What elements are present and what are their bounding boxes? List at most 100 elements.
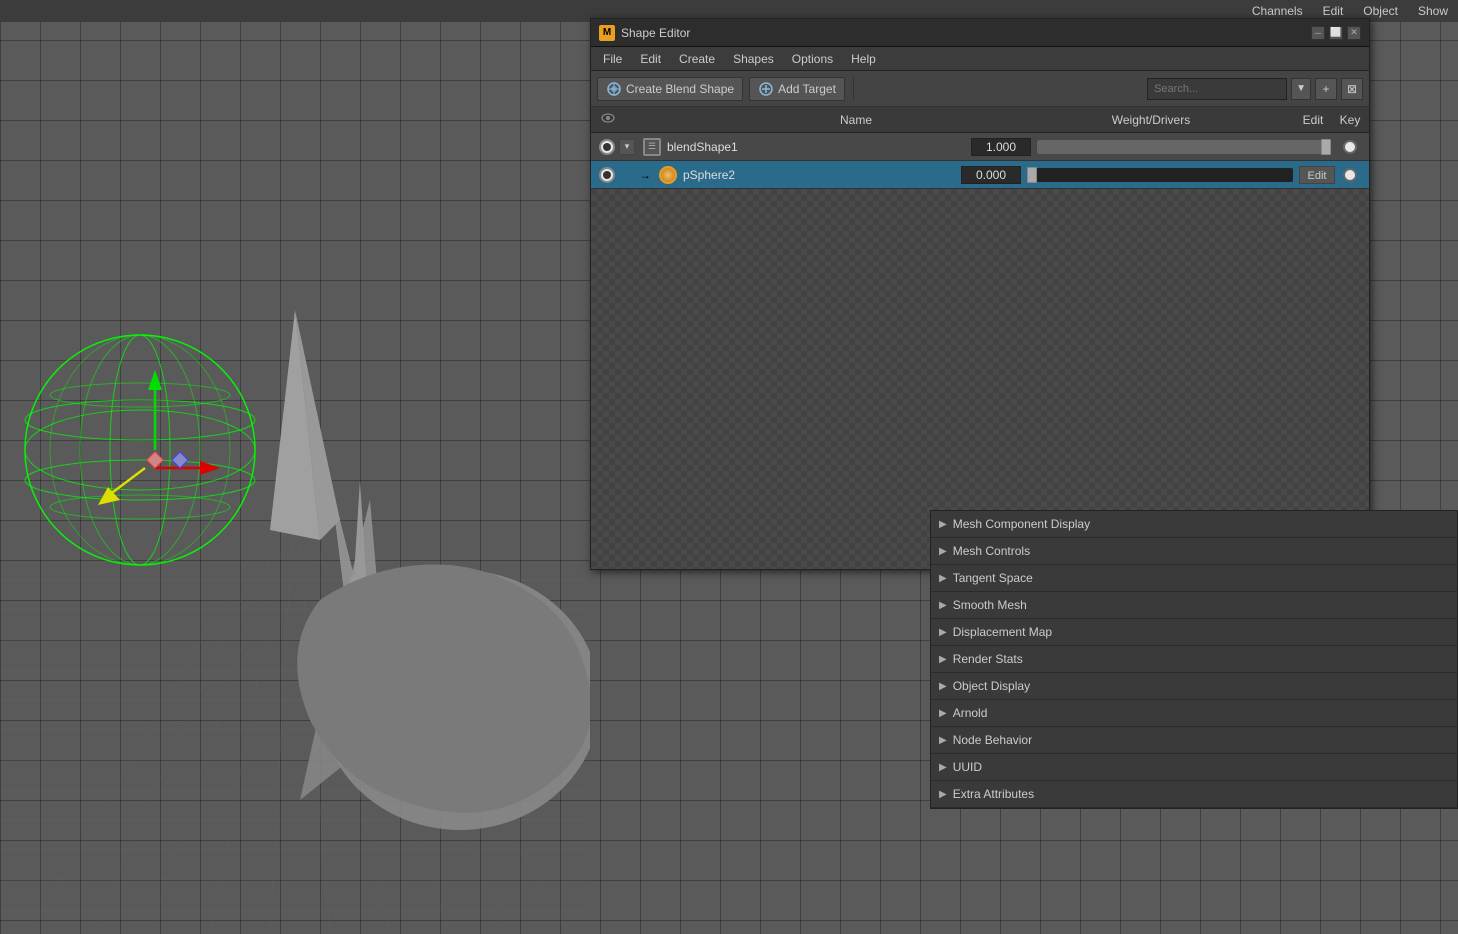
toolbar-separator — [853, 77, 854, 101]
attr-section-tangent: ▶ Tangent Space — [931, 565, 1457, 592]
search-input[interactable] — [1147, 78, 1287, 100]
attr-label-1: Mesh Controls — [953, 544, 1030, 558]
blend-shape-icon — [606, 81, 622, 97]
top-menu-show[interactable]: Show — [1418, 4, 1448, 18]
remove-filter-button[interactable]: ⊠ — [1341, 78, 1363, 100]
attr-section-header-node-behavior[interactable]: ▶ Node Behavior — [931, 727, 1457, 753]
attr-label-3: Smooth Mesh — [953, 598, 1027, 612]
add-filter-button[interactable]: + — [1315, 78, 1337, 100]
attr-section-header-extra[interactable]: ▶ Extra Attributes — [931, 781, 1457, 807]
attr-section-node-behavior: ▶ Node Behavior — [931, 727, 1457, 754]
row-node-icon-1: ☰ — [643, 138, 661, 156]
top-menu-edit[interactable]: Edit — [1323, 4, 1344, 18]
attr-section-displacement: ▶ Displacement Map — [931, 619, 1457, 646]
create-blend-shape-button[interactable]: Create Blend Shape — [597, 77, 743, 101]
create-blend-shape-label: Create Blend Shape — [626, 82, 734, 96]
row-slider-thumb-1[interactable] — [1321, 139, 1331, 155]
menu-options[interactable]: Options — [784, 50, 841, 68]
attr-section-header-smooth[interactable]: ▶ Smooth Mesh — [931, 592, 1457, 618]
attr-arrow-5: ▶ — [939, 654, 947, 665]
minimize-button[interactable]: ─ — [1311, 26, 1325, 40]
weight-column-header: Weight/Drivers — [1011, 113, 1291, 127]
window-title: Shape Editor — [621, 26, 1305, 40]
attr-label-2: Tangent Space — [953, 571, 1033, 585]
attr-label-7: Arnold — [953, 706, 988, 720]
menu-file[interactable]: File — [595, 50, 630, 68]
attr-arrow-0: ▶ — [939, 519, 947, 530]
editor-menubar: File Edit Create Shapes Options Help — [591, 47, 1369, 71]
menu-help[interactable]: Help — [843, 50, 884, 68]
attr-section-smooth: ▶ Smooth Mesh — [931, 592, 1457, 619]
attr-arrow-8: ▶ — [939, 735, 947, 746]
attr-section-header-displacement[interactable]: ▶ Displacement Map — [931, 619, 1457, 645]
attr-section-mesh-component: ▶ Mesh Component Display — [931, 511, 1457, 538]
attr-section-render-stats: ▶ Render Stats — [931, 646, 1457, 673]
attr-arrow-2: ▶ — [939, 573, 947, 584]
row-expand-1[interactable]: ▾ — [619, 139, 635, 155]
row-value-1[interactable] — [971, 138, 1031, 156]
row-slider-fill-1 — [1037, 140, 1326, 154]
attr-arrow-4: ▶ — [939, 627, 947, 638]
row-name-1: blendShape1 — [667, 140, 971, 154]
attr-section-header-mesh-component[interactable]: ▶ Mesh Component Display — [931, 511, 1457, 537]
row-slider-area-2 — [1021, 168, 1299, 182]
close-button[interactable]: ✕ — [1347, 26, 1361, 40]
row-slider-2[interactable] — [1027, 168, 1293, 182]
add-target-icon — [758, 81, 774, 97]
top-menu-channels[interactable]: Channels — [1252, 4, 1303, 18]
attr-section-arnold: ▶ Arnold — [931, 700, 1457, 727]
attribute-editor: ▶ Mesh Component Display ▶ Mesh Controls… — [930, 510, 1458, 809]
edit-column-header: Edit — [1291, 113, 1335, 127]
row-radio-1[interactable] — [599, 139, 615, 155]
search-dropdown-button[interactable]: ▼ — [1291, 78, 1311, 100]
attr-arrow-10: ▶ — [939, 789, 947, 800]
app-icon: M — [599, 25, 615, 41]
attr-section-header-uuid[interactable]: ▶ UUID — [931, 754, 1457, 780]
attr-section-header-tangent[interactable]: ▶ Tangent Space — [931, 565, 1457, 591]
row-key-dot-2[interactable] — [1343, 168, 1357, 182]
attr-section-header-render-stats[interactable]: ▶ Render Stats — [931, 646, 1457, 672]
row-key-dot-1[interactable] — [1343, 140, 1357, 154]
row-radio-2[interactable] — [599, 167, 615, 183]
top-menu-object[interactable]: Object — [1363, 4, 1398, 18]
menu-edit[interactable]: Edit — [632, 50, 669, 68]
row-edit-button-2[interactable]: Edit — [1299, 166, 1335, 184]
row-value-2[interactable] — [961, 166, 1021, 184]
attr-section-header-mesh-controls[interactable]: ▶ Mesh Controls — [931, 538, 1457, 564]
name-column-header: Name — [701, 113, 1011, 127]
menu-shapes[interactable]: Shapes — [725, 50, 782, 68]
attr-section-header-object-display[interactable]: ▶ Object Display — [931, 673, 1457, 699]
key-column-header: Key — [1335, 113, 1365, 127]
row-slider-area-1 — [1031, 140, 1335, 154]
attr-arrow-7: ▶ — [939, 708, 947, 719]
attr-label-10: Extra Attributes — [953, 787, 1034, 801]
attr-label-0: Mesh Component Display — [953, 517, 1090, 531]
attr-arrow-3: ▶ — [939, 600, 947, 611]
attr-section-header-arnold[interactable]: ▶ Arnold — [931, 700, 1457, 726]
eye-column-header — [595, 110, 621, 129]
menu-create[interactable]: Create — [671, 50, 723, 68]
add-target-button[interactable]: Add Target — [749, 77, 845, 101]
add-target-label: Add Target — [778, 82, 836, 96]
attr-section-uuid: ▶ UUID — [931, 754, 1457, 781]
attr-arrow-6: ▶ — [939, 681, 947, 692]
search-box: ▼ + ⊠ — [1147, 78, 1363, 100]
attr-section-extra-attributes: ▶ Extra Attributes — [931, 781, 1457, 808]
titlebar: M Shape Editor ─ ⬜ ✕ — [591, 19, 1369, 47]
row-slider-1[interactable] — [1037, 140, 1329, 154]
row-node-icon-2 — [659, 166, 677, 184]
row-slider-thumb-2[interactable] — [1027, 167, 1037, 183]
attr-label-5: Render Stats — [953, 652, 1023, 666]
blend-shape-row: ▾ ☰ blendShape1 — [591, 133, 1369, 161]
attr-label-9: UUID — [953, 760, 982, 774]
column-header: Name Weight/Drivers Edit Key — [591, 107, 1369, 133]
attr-section-mesh-controls: ▶ Mesh Controls — [931, 538, 1457, 565]
attr-label-6: Object Display — [953, 679, 1030, 693]
editor-toolbar: Create Blend Shape Add Target ▼ + ⊠ — [591, 71, 1369, 107]
row-name-2: pSphere2 — [683, 168, 961, 182]
viewport-scene — [0, 0, 590, 934]
restore-button[interactable]: ⬜ — [1329, 26, 1343, 40]
attr-label-8: Node Behavior — [953, 733, 1032, 747]
attr-label-4: Displacement Map — [953, 625, 1052, 639]
window-controls: ─ ⬜ ✕ — [1311, 26, 1361, 40]
